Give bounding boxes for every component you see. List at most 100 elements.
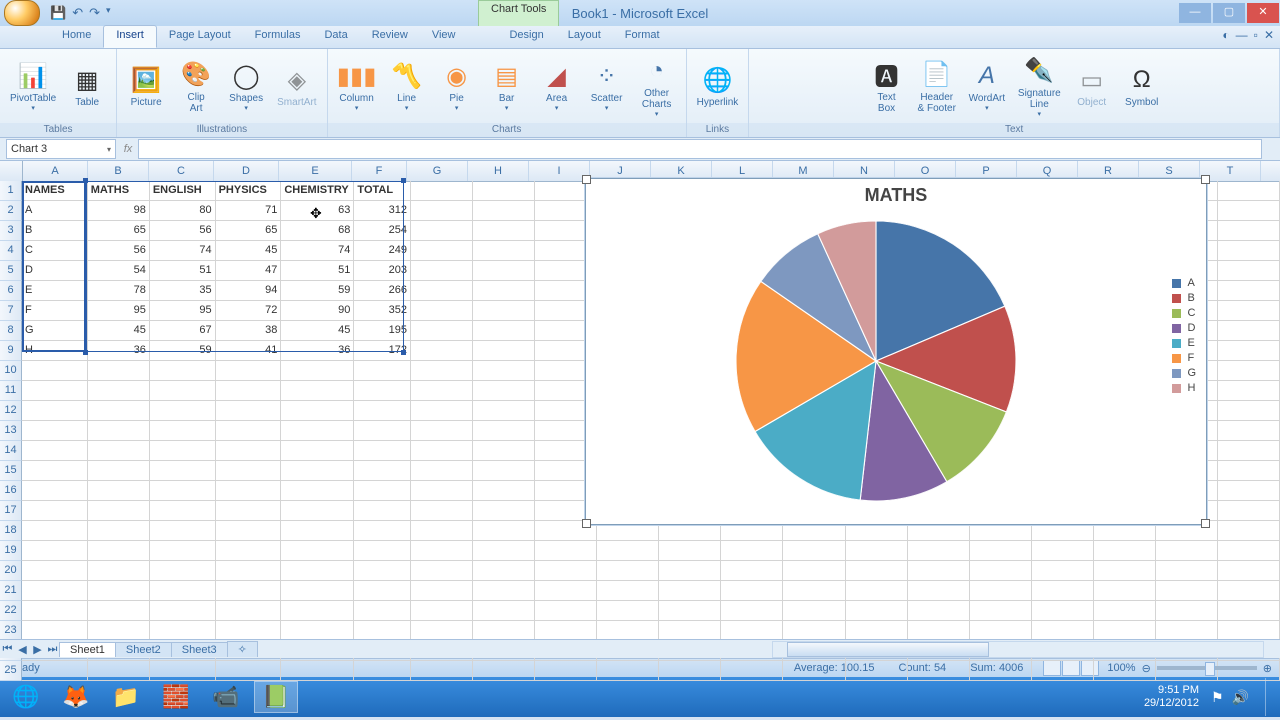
cell[interactable] [535,661,597,680]
cell[interactable] [473,381,535,400]
cell[interactable] [150,441,216,460]
cell[interactable]: 51 [150,261,216,280]
cell[interactable]: 249 [354,241,411,260]
cell[interactable] [783,561,845,580]
cell[interactable] [411,521,473,540]
row-header[interactable]: 1 [0,181,22,201]
cell[interactable] [597,581,659,600]
cell[interactable] [1094,561,1156,580]
help-icon[interactable]: ◐ [1222,28,1229,42]
row-header[interactable]: 10 [0,361,22,381]
cell[interactable] [659,601,721,620]
sheet-nav-last[interactable]: ⏭ [45,643,60,656]
cell[interactable]: D [22,261,88,280]
cell[interactable]: 38 [216,321,282,340]
taskbar-excel-icon[interactable]: 📗 [254,681,298,713]
cell[interactable] [473,241,535,260]
taskbar-ie-icon[interactable]: 🌐 [4,681,48,713]
cell[interactable] [908,621,970,640]
tab-format[interactable]: Format [613,26,672,48]
office-button[interactable] [4,0,40,26]
column-header[interactable]: G [407,161,468,181]
cell[interactable] [1218,621,1280,640]
cell[interactable] [150,561,216,580]
cell[interactable] [22,481,88,500]
cell[interactable]: 254 [354,221,411,240]
cell[interactable] [88,501,150,520]
cell[interactable] [281,601,354,620]
cell[interactable]: F [22,301,88,320]
cell[interactable] [216,541,282,560]
cell[interactable] [216,621,282,640]
cell[interactable] [216,521,282,540]
row-header[interactable]: 11 [0,381,22,401]
resize-handle[interactable] [582,175,591,184]
cell[interactable] [473,401,535,420]
taskbar-app-icon[interactable]: 🧱 [154,681,198,713]
cell[interactable] [88,601,150,620]
cell[interactable]: 45 [216,241,282,260]
cell[interactable] [1156,621,1218,640]
cell[interactable]: TOTAL [354,181,411,200]
redo-icon[interactable]: ↷ [89,5,100,21]
workbook-close-icon[interactable]: ✕ [1264,28,1274,42]
legend-item[interactable]: D [1172,322,1196,334]
cell[interactable] [281,361,354,380]
zoom-slider[interactable] [1157,666,1257,670]
cell[interactable] [597,601,659,620]
workbook-minimize-icon[interactable]: — [1236,28,1248,42]
cell[interactable] [281,461,354,480]
cell[interactable]: 94 [216,281,282,300]
cell[interactable] [1218,441,1280,460]
cell[interactable] [150,501,216,520]
maximize-button[interactable]: ▢ [1213,3,1245,23]
row-header[interactable]: 12 [0,401,22,421]
cell[interactable] [411,221,473,240]
row-header[interactable]: 8 [0,321,22,341]
cell[interactable] [22,401,88,420]
row-header[interactable]: 4 [0,241,22,261]
cell[interactable] [411,421,473,440]
cell[interactable] [411,541,473,560]
cell[interactable] [216,561,282,580]
cell[interactable] [281,541,354,560]
cell[interactable] [411,621,473,640]
header-footer-button[interactable]: 📄Header & Footer [914,57,960,116]
cell[interactable] [411,581,473,600]
textbox-button[interactable]: 🅰Text Box [864,57,910,116]
shapes-button[interactable]: ◯Shapes▾ [223,58,269,114]
cell[interactable] [1218,421,1280,440]
cell[interactable] [1218,481,1280,500]
column-header[interactable]: C [149,161,214,181]
cell[interactable] [22,381,88,400]
cell[interactable] [1218,181,1280,200]
cell[interactable]: 78 [88,281,150,300]
close-button[interactable]: ✕ [1247,3,1279,23]
cell[interactable] [597,541,659,560]
cell[interactable]: 47 [216,261,282,280]
cell[interactable] [783,621,845,640]
cell[interactable]: 59 [281,281,354,300]
cell[interactable] [1094,541,1156,560]
cell[interactable] [1218,241,1280,260]
cell[interactable]: 90 [281,301,354,320]
cell[interactable] [1094,581,1156,600]
column-header[interactable]: B [88,161,149,181]
cell[interactable] [150,361,216,380]
cell[interactable] [970,661,1032,680]
cell[interactable] [22,461,88,480]
cell[interactable] [150,461,216,480]
cell[interactable] [354,521,411,540]
cell[interactable] [281,421,354,440]
cell[interactable] [22,661,88,680]
cell[interactable] [216,461,282,480]
cell[interactable] [150,621,216,640]
cell[interactable] [535,581,597,600]
formula-input[interactable] [138,139,1262,159]
tab-data[interactable]: Data [312,26,359,48]
cell[interactable] [281,521,354,540]
cell[interactable] [473,461,535,480]
cell[interactable] [150,481,216,500]
cell[interactable] [1032,601,1094,620]
cell[interactable] [970,561,1032,580]
